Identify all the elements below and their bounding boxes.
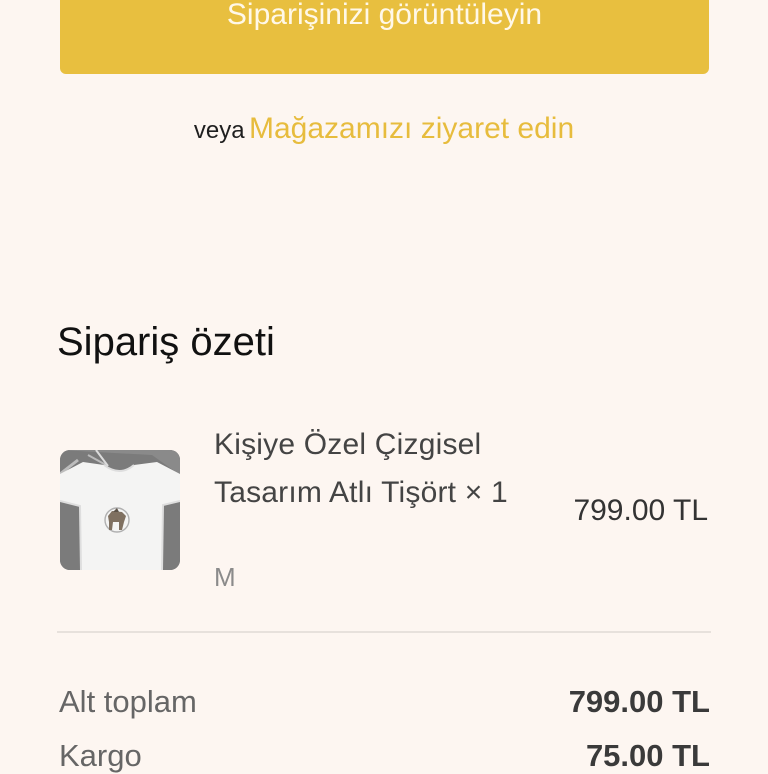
shipping-value: 75.00 TL <box>585 738 710 773</box>
product-image <box>60 450 180 570</box>
product-name: Kişiye Özel Çizgisel Tasarım Atlı Tişört… <box>214 428 508 509</box>
subtotal-value: 799.00 TL <box>568 684 710 719</box>
product-variant: M <box>214 562 236 592</box>
product-price: 799.00 TL <box>573 494 708 527</box>
summary-divider <box>57 631 711 633</box>
visit-store-link[interactable]: Mağazamızı ziyaret edin <box>249 112 574 145</box>
view-order-button[interactable]: Siparişinizi görüntüleyin <box>60 0 709 74</box>
subtotal-label: Alt toplam <box>59 684 197 719</box>
tshirt-thumbnail-icon <box>60 450 180 570</box>
order-summary-title: Sipariş özeti <box>57 320 275 364</box>
or-text: veya <box>193 117 245 144</box>
shipping-label: Kargo <box>59 738 142 773</box>
alternative-action: veya Mağazamızı ziyaret edin <box>0 112 768 146</box>
